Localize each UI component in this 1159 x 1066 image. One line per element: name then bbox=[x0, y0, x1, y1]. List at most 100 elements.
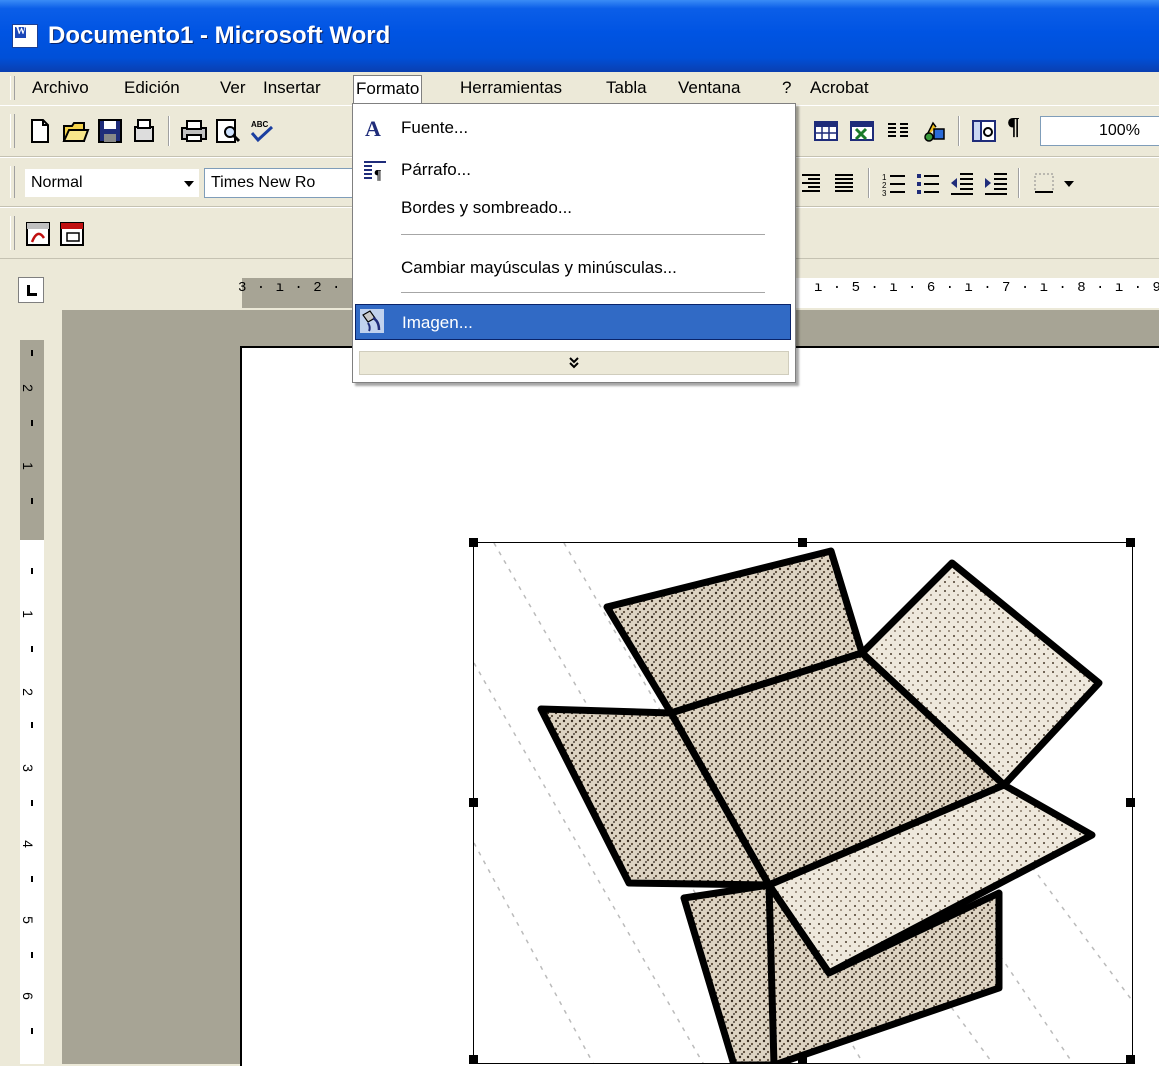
resize-handle-top-right[interactable] bbox=[1126, 538, 1135, 547]
vruler-tick bbox=[31, 498, 33, 504]
paragraph-icon: ¶ bbox=[363, 158, 387, 183]
menu-separator bbox=[401, 234, 765, 235]
convert-and-email-pdf-icon[interactable] bbox=[58, 220, 86, 248]
toolbar-separator bbox=[168, 116, 170, 146]
svg-text:ABC: ABC bbox=[251, 120, 269, 129]
menu-item-label: Párrafo... bbox=[401, 160, 471, 179]
zoom-combo[interactable]: 100% bbox=[1040, 116, 1159, 146]
decrease-indent-icon[interactable] bbox=[948, 169, 976, 197]
font-combo[interactable]: Times New Ro bbox=[204, 168, 364, 198]
menu-item-label: Imagen... bbox=[402, 313, 473, 332]
vruler-tick bbox=[31, 420, 33, 426]
style-value: Normal bbox=[31, 174, 83, 191]
vruler-number: 6 bbox=[19, 992, 36, 1000]
tab-selector[interactable] bbox=[18, 277, 44, 303]
resize-handle-left[interactable] bbox=[469, 798, 478, 807]
insert-excel-icon[interactable] bbox=[848, 117, 876, 145]
drawing-icon[interactable] bbox=[920, 117, 948, 145]
menu-tabla[interactable]: Tabla bbox=[604, 75, 649, 101]
vruler-number: 1 bbox=[19, 462, 36, 470]
toolbar-grip[interactable] bbox=[10, 216, 15, 250]
print-icon[interactable] bbox=[180, 117, 208, 145]
vruler-tick bbox=[31, 350, 33, 356]
menu-help[interactable]: ? bbox=[780, 75, 793, 101]
svg-text:A: A bbox=[365, 116, 381, 140]
convert-to-pdf-icon[interactable] bbox=[24, 220, 52, 248]
vruler-tick bbox=[31, 800, 33, 806]
zoom-value: 100% bbox=[1099, 122, 1140, 139]
menu-item-bordes[interactable]: Bordes y sombreado... bbox=[355, 190, 791, 226]
borders-dropdown-arrow[interactable] bbox=[1064, 181, 1074, 187]
menu-herramientas[interactable]: Herramientas bbox=[458, 75, 564, 101]
format-dropdown-menu: A Fuente... ¶ Párrafo... Bordes y sombre… bbox=[352, 103, 796, 383]
menu-edicion[interactable]: Edición bbox=[122, 75, 182, 101]
vruler-tick bbox=[31, 568, 33, 574]
style-combo[interactable]: Normal bbox=[24, 168, 200, 198]
resize-handle-bottom-left[interactable] bbox=[469, 1055, 478, 1064]
save-disk-icon[interactable] bbox=[96, 117, 124, 145]
menu-item-parrafo[interactable]: ¶ Párrafo... bbox=[355, 152, 791, 188]
menu-item-label: Bordes y sombreado... bbox=[401, 198, 573, 217]
open-folder-icon[interactable] bbox=[62, 117, 90, 145]
menu-item-imagen[interactable]: Imagen... bbox=[355, 304, 791, 340]
vruler-number: 3 bbox=[19, 764, 36, 772]
title-bar[interactable]: Documento1 - Microsoft Word bbox=[0, 0, 1159, 72]
toolbar-separator bbox=[958, 116, 960, 146]
show-formatting-icon[interactable]: ¶ bbox=[1007, 114, 1020, 141]
resize-handle-top-left[interactable] bbox=[469, 538, 478, 547]
menu-separator bbox=[401, 292, 765, 293]
format-picture-icon bbox=[360, 309, 384, 333]
ruler-right-numbers: ı · 5 · ı · 6 · ı · 7 · ı · 8 · ı · 9 bbox=[814, 280, 1159, 296]
vruler-tick bbox=[31, 1028, 33, 1034]
align-right-icon[interactable] bbox=[796, 169, 824, 197]
spelling-check-icon[interactable]: ABC bbox=[248, 117, 276, 145]
permission-icon[interactable] bbox=[130, 117, 158, 145]
print-preview-icon[interactable] bbox=[214, 117, 242, 145]
vruler-number: 4 bbox=[19, 840, 36, 848]
menu-item-cambiar-mayusculas[interactable]: Cambiar mayúsculas y minúsculas... bbox=[355, 250, 791, 286]
window-title: Documento1 - Microsoft Word bbox=[48, 22, 391, 49]
vruler-number: 5 bbox=[19, 916, 36, 924]
toolbar-separator bbox=[868, 168, 870, 198]
borders-icon[interactable] bbox=[1030, 169, 1058, 197]
increase-indent-icon[interactable] bbox=[982, 169, 1010, 197]
vruler-number: 1 bbox=[19, 610, 36, 618]
menubar-grip[interactable] bbox=[10, 76, 15, 100]
resize-handle-bottom-right[interactable] bbox=[1126, 1055, 1135, 1064]
insert-table-icon[interactable] bbox=[812, 117, 840, 145]
menu-item-label: Cambiar mayúsculas y minúsculas... bbox=[401, 258, 677, 277]
document-map-icon[interactable] bbox=[970, 117, 998, 145]
menu-formato[interactable]: Formato bbox=[353, 75, 423, 104]
menu-acrobat[interactable]: Acrobat bbox=[808, 75, 871, 101]
menu-ventana[interactable]: Ventana bbox=[676, 75, 742, 101]
font-A-icon: A bbox=[363, 116, 387, 141]
resize-handle-bottom[interactable] bbox=[798, 1055, 807, 1064]
font-value: Times New Ro bbox=[211, 174, 316, 191]
menu-insertar[interactable]: Insertar bbox=[261, 75, 323, 101]
columns-icon[interactable] bbox=[884, 117, 912, 145]
new-document-icon[interactable] bbox=[26, 117, 54, 145]
word-app-icon[interactable] bbox=[12, 24, 38, 48]
justify-icon[interactable] bbox=[830, 169, 858, 197]
menu-item-label: Fuente... bbox=[401, 118, 469, 137]
menu-item-fuente[interactable]: A Fuente... bbox=[355, 110, 791, 146]
vruler-tick bbox=[31, 722, 33, 728]
menu-ver[interactable]: Ver bbox=[218, 75, 248, 101]
resize-handle-top[interactable] bbox=[798, 538, 807, 547]
bullets-icon[interactable] bbox=[914, 169, 942, 197]
vruler-number: 2 bbox=[19, 688, 36, 696]
menu-bar: Archivo Edición Ver Insertar Formato Her… bbox=[0, 72, 1159, 106]
toolbar-separator bbox=[1018, 168, 1020, 198]
selected-picture[interactable] bbox=[473, 542, 1133, 1064]
style-dropdown-arrow[interactable] bbox=[184, 181, 194, 187]
vertical-ruler[interactable]: 2 1 1 2 3 4 5 6 bbox=[16, 310, 48, 1064]
menu-archivo[interactable]: Archivo bbox=[30, 75, 91, 101]
open-box-image bbox=[474, 543, 1132, 1063]
toolbar-grip[interactable] bbox=[10, 114, 15, 148]
toolbar-grip[interactable] bbox=[10, 166, 15, 198]
expand-menu-chevron[interactable] bbox=[359, 351, 789, 375]
double-chevron-down-icon bbox=[569, 357, 579, 369]
resize-handle-right[interactable] bbox=[1126, 798, 1135, 807]
numbering-icon[interactable]: 123 bbox=[880, 169, 908, 197]
svg-text:3: 3 bbox=[882, 189, 887, 197]
